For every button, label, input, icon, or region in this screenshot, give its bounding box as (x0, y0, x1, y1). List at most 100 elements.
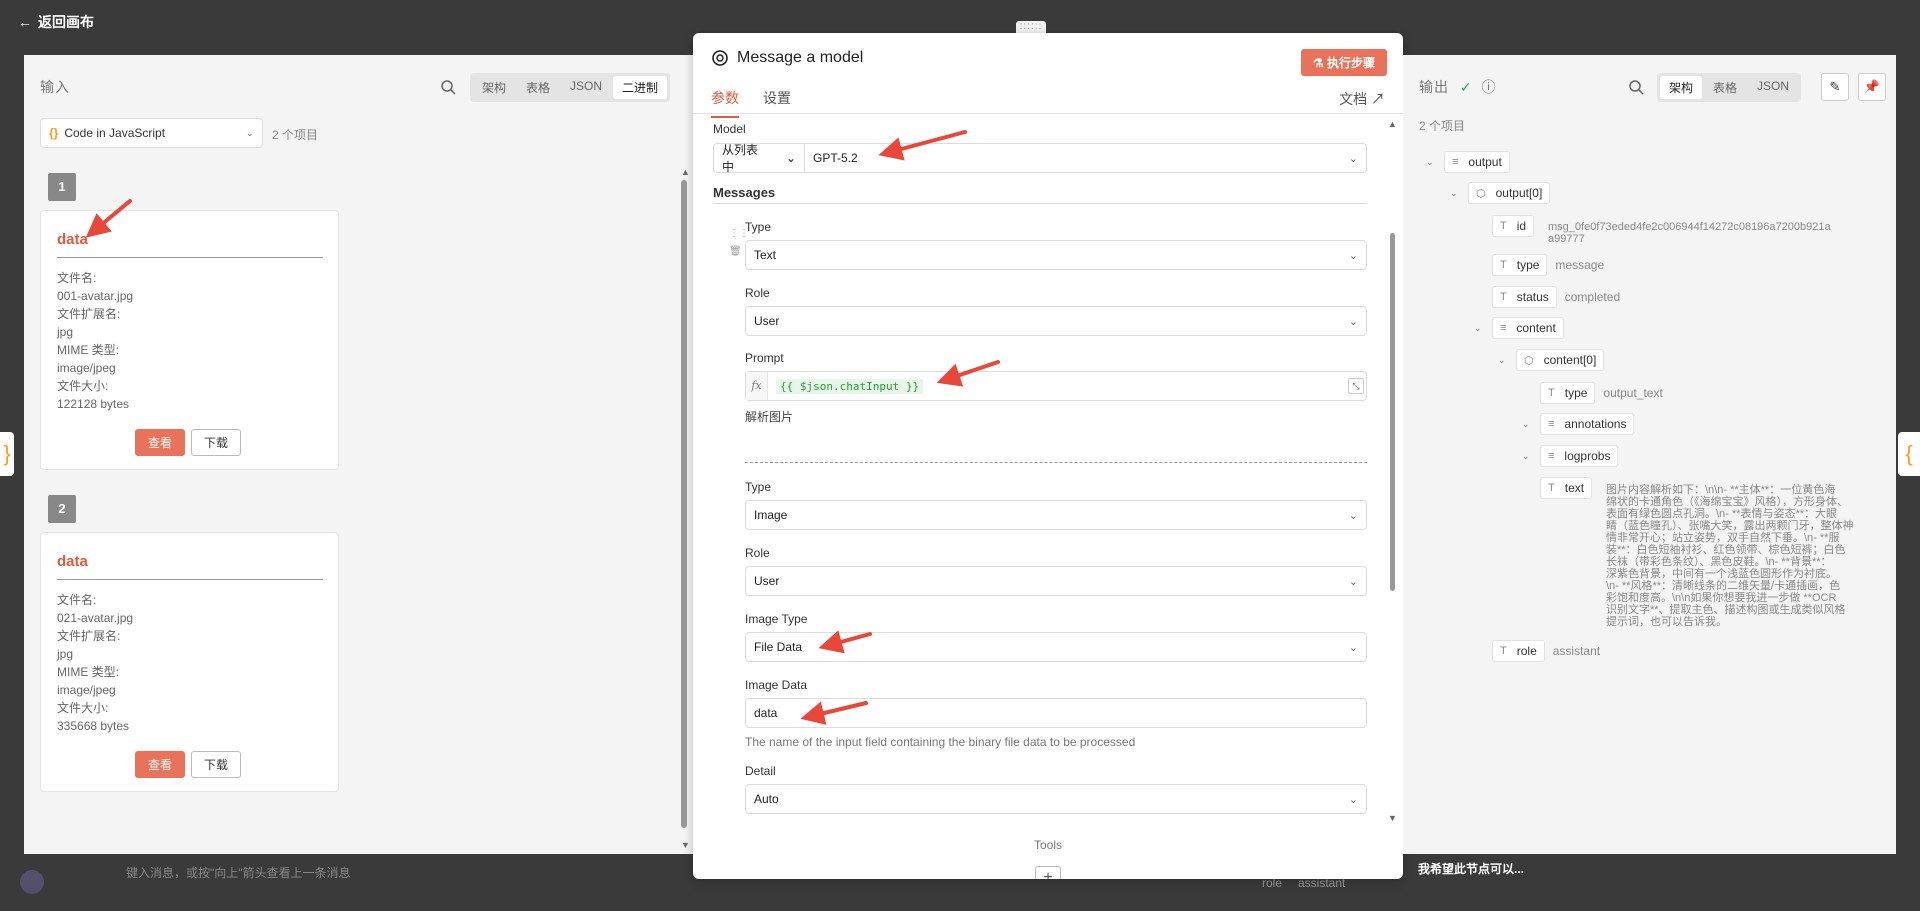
prompt-expression-input[interactable]: fx {{ $json.chatInput }} ⤡ (745, 371, 1367, 401)
output-item-count: 2 个项目 (1419, 119, 1466, 133)
detail-label: Detail (745, 764, 776, 778)
text-type-icon: T (1500, 259, 1507, 271)
chevron-down-icon: ⌄ (1348, 315, 1358, 328)
text-type-icon: T (1500, 291, 1507, 303)
tab-json[interactable]: JSON (1748, 76, 1798, 99)
tab-table[interactable]: 表格 (1704, 76, 1746, 99)
flask-icon: ⚗ (1312, 56, 1324, 70)
trash-icon[interactable]: 🗑 (729, 246, 742, 257)
messages-label: Messages (713, 185, 776, 200)
item-index: 2 (48, 495, 76, 523)
model-select[interactable]: GPT-5.2 ⌄ (804, 143, 1367, 173)
role-select[interactable]: User ⌄ (745, 566, 1367, 596)
docs-link[interactable]: 文档 ↗ (1339, 89, 1385, 109)
fx-icon: fx (746, 372, 768, 400)
back-label: 返回画布 (38, 14, 94, 30)
item-index: 1 (48, 173, 76, 201)
id-value: msg_0fe0f73eded4fe2c006944f14272c08196a7… (1548, 221, 1831, 245)
binary-metadata: 文件名: 021-avatar.jpg 文件扩展名: jpg MIME 类型: ima… (57, 593, 134, 733)
model-label: Model (713, 122, 746, 136)
array-icon: ≡ (1548, 450, 1555, 462)
role-label: Role (745, 286, 770, 300)
tree-field-text[interactable]: Ttext (1540, 477, 1593, 499)
chevron-down-icon: ⌄ (1450, 187, 1458, 198)
tools-label: Tools (1033, 838, 1062, 852)
execute-step-button[interactable]: ⚗ 执行步骤 (1300, 49, 1387, 76)
external-link-icon: ↗ (1371, 91, 1385, 107)
image-data-hint: The name of the input field containing t… (745, 735, 1136, 749)
chevron-down-icon: ⌄ (1522, 450, 1530, 461)
object-icon: ⬡ (1524, 354, 1534, 367)
tab-schema[interactable]: 架构 (1660, 76, 1703, 99)
tree-node-content[interactable]: ⌄ ≡ content (1474, 317, 1564, 339)
object-icon: ⬡ (1476, 187, 1486, 200)
pin-icon[interactable]: 📌 (1858, 73, 1886, 101)
tree-node-content0[interactable]: ⌄ ⬡ content[0] (1498, 349, 1605, 371)
input-node-select[interactable]: {} Code in JavaScript ⌄ (40, 118, 263, 148)
tab-json[interactable]: JSON (561, 76, 611, 99)
model-mode-select[interactable]: 从列表中 ⌄ (713, 143, 805, 174)
tab-binary[interactable]: 二进制 (613, 76, 668, 99)
binary-data-card: data 文件名: 021-avatar.jpg 文件扩展名: jpg MIME 类… (40, 532, 339, 792)
back-to-canvas-link[interactable]: ← 返回画布 (18, 12, 94, 32)
node-feedback-link[interactable]: 我希望此节点可以... (1418, 860, 1524, 877)
input-item-count: 2 个项目 (272, 128, 319, 142)
download-button[interactable]: 下载 (191, 751, 242, 778)
message-type-select[interactable]: Text ⌄ (745, 240, 1367, 270)
info-icon[interactable]: ⓘ (1482, 79, 1497, 95)
avatar (20, 870, 44, 894)
expand-icon[interactable]: ⤡ (1348, 378, 1364, 394)
tab-schema[interactable]: 架构 (473, 76, 515, 99)
output-title-row: 输出 ✓ ⓘ (1419, 77, 1497, 97)
message-type-select[interactable]: Image ⌄ (745, 500, 1367, 530)
download-button[interactable]: 下载 (191, 429, 242, 456)
add-tool-button[interactable]: + (1035, 866, 1061, 879)
image-data-input[interactable]: data (745, 698, 1367, 728)
tree-node-annotations[interactable]: ⌄ ≡ annotations (1522, 413, 1635, 435)
search-icon[interactable] (440, 79, 456, 95)
chevron-down-icon: ⌄ (1522, 418, 1530, 429)
arrow-left-icon: ← (18, 14, 32, 30)
chevron-down-icon: ⌄ (1474, 322, 1482, 333)
tree-field-content-type[interactable]: Ttype output_text (1540, 382, 1663, 404)
tree-node-output0[interactable]: ⌄ ⬡ output[0] (1450, 182, 1551, 204)
search-icon[interactable] (1628, 79, 1644, 95)
check-circle-icon: ✓ (1459, 79, 1473, 95)
image-type-select[interactable]: File Data ⌄ (745, 632, 1367, 662)
tree-field-id[interactable]: Tid (1492, 215, 1535, 237)
chevron-down-icon: ⌄ (1348, 575, 1358, 588)
tree-node-output[interactable]: ⌄ ≡ output (1426, 151, 1510, 173)
detail-select[interactable]: Auto ⌄ (745, 784, 1367, 814)
braces-icon: } (0, 432, 14, 476)
scroll-up-icon[interactable]: ▲ (681, 167, 690, 177)
tree-node-logprobs[interactable]: ⌄ ≡ logprobs (1522, 445, 1619, 467)
tab-table[interactable]: 表格 (517, 76, 559, 99)
input-scrollbar[interactable] (681, 180, 687, 828)
binary-metadata: 文件名: 001-avatar.jpg 文件扩展名: jpg MIME 类型: ima… (57, 271, 134, 411)
text-type-icon: T (1500, 220, 1507, 232)
input-node-name: Code in JavaScript (64, 126, 166, 140)
binary-property-name: data (57, 553, 88, 570)
array-icon: ≡ (1548, 418, 1555, 430)
tree-field-type[interactable]: Ttype message (1492, 254, 1604, 276)
text-type-icon: T (1500, 645, 1507, 657)
role-select[interactable]: User ⌄ (745, 306, 1367, 336)
params-scrollbar[interactable] (1390, 233, 1395, 591)
chevron-down-icon: ⌄ (1348, 152, 1358, 165)
code-braces-icon: {} (49, 126, 59, 140)
binary-property-name: data (57, 231, 88, 248)
openai-icon (712, 50, 728, 66)
chevron-down-icon: ⌄ (1348, 509, 1358, 522)
chevron-down-icon: ⌄ (1348, 793, 1358, 806)
edit-icon[interactable]: ✎ (1821, 73, 1849, 101)
view-button[interactable]: 查看 (135, 751, 186, 778)
chevron-down-icon: ⌄ (1498, 354, 1506, 365)
tree-field-role[interactable]: Trole assistant (1492, 640, 1600, 662)
scroll-up-icon[interactable]: ▲ (1388, 119, 1397, 129)
scroll-down-icon[interactable]: ▼ (681, 840, 690, 850)
scroll-down-icon[interactable]: ▼ (1388, 813, 1397, 823)
tree-field-status[interactable]: Tstatus completed (1492, 286, 1620, 308)
input-title: 输入 (40, 79, 70, 95)
array-icon: ≡ (1452, 156, 1459, 168)
view-button[interactable]: 查看 (135, 429, 186, 456)
